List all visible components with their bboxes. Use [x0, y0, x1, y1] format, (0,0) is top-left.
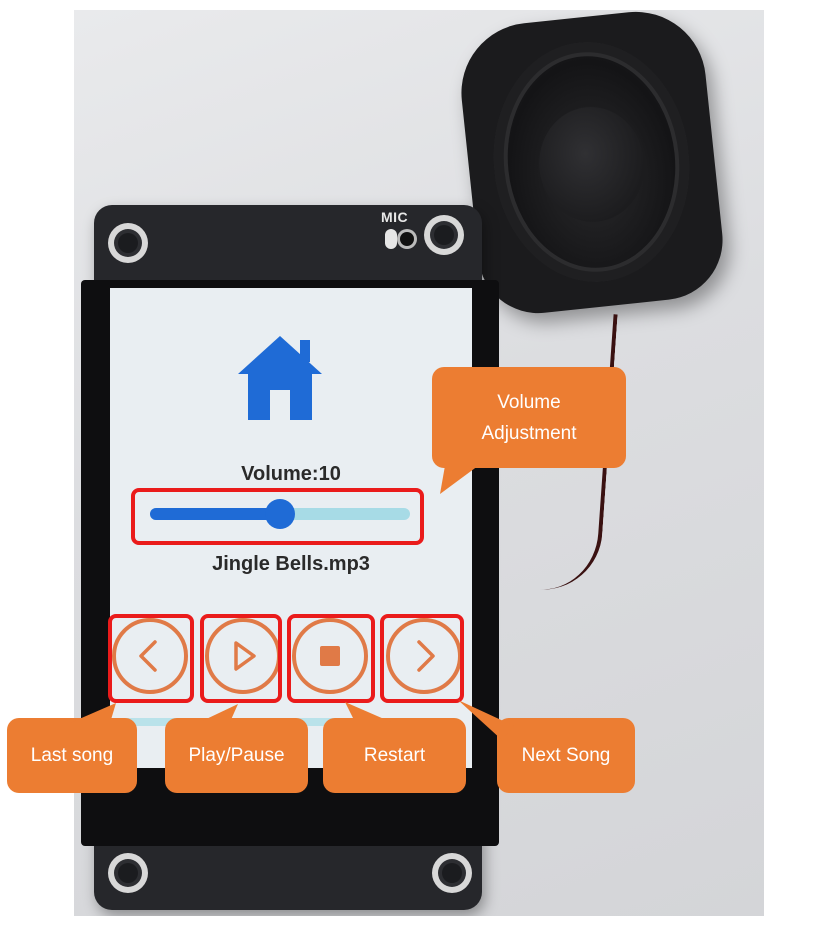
speaker-cone — [481, 32, 702, 292]
home-icon[interactable] — [230, 328, 330, 428]
mic-port — [400, 232, 414, 246]
play-pause-callout: Play/Pause — [165, 718, 308, 793]
speaker — [454, 10, 729, 320]
song-name: Jingle Bells.mp3 — [212, 553, 370, 575]
play-pause-callout-tail — [200, 704, 238, 722]
mount-hole — [432, 853, 472, 893]
next-song-highlight — [380, 614, 464, 703]
volume-label: Volume:10 — [241, 463, 341, 485]
last-song-callout-tail — [70, 703, 116, 723]
restart-callout-tail — [345, 702, 391, 722]
mic-label: MIC — [381, 209, 409, 225]
microphone-icon — [385, 229, 397, 249]
restart-highlight — [287, 614, 375, 703]
mount-hole — [424, 215, 464, 255]
play-pause-highlight — [200, 614, 282, 703]
mount-hole — [108, 223, 148, 263]
mount-hole — [108, 853, 148, 893]
restart-callout: Restart — [323, 718, 466, 793]
volume-highlight — [131, 488, 424, 545]
last-song-highlight — [108, 614, 194, 703]
speaker-cap — [533, 101, 650, 228]
next-song-callout-tail — [458, 700, 514, 740]
volume-callout: Volume Adjustment — [432, 367, 626, 468]
last-song-callout: Last song — [7, 718, 137, 793]
volume-callout-tail — [440, 460, 486, 494]
